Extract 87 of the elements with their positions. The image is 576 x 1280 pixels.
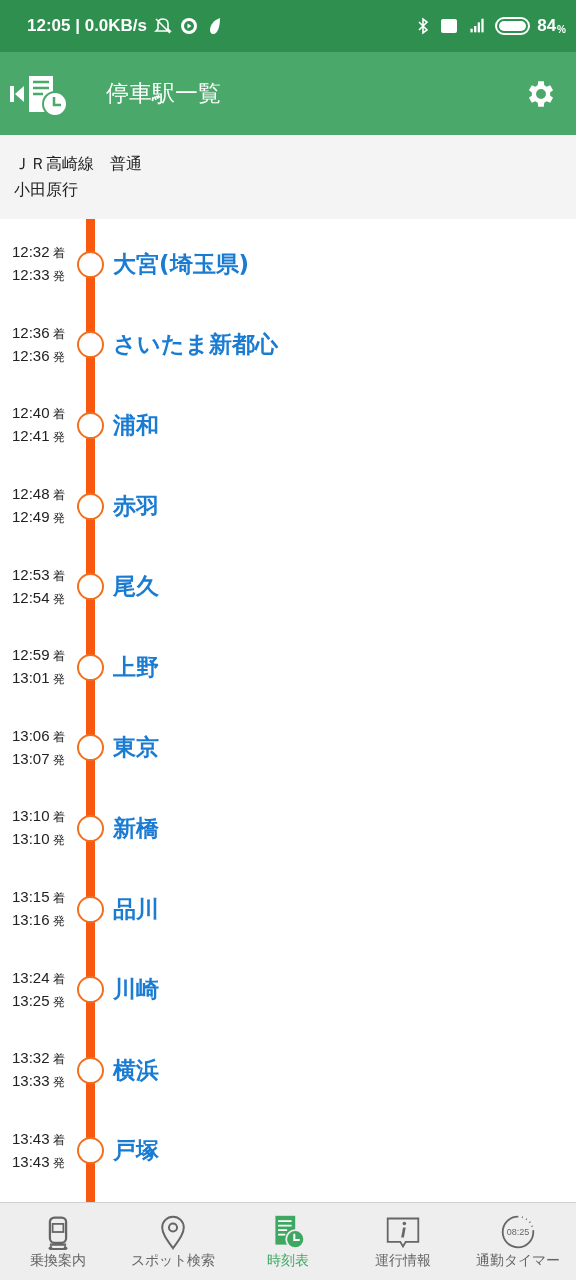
departure-time: 13:01 xyxy=(12,669,50,687)
arrival-label: 着 xyxy=(52,890,65,908)
departure-label: 発 xyxy=(52,993,65,1011)
station-name[interactable]: 大宮(埼玉県) xyxy=(113,248,250,280)
station-marker xyxy=(77,331,104,359)
station-name[interactable]: 戸塚 xyxy=(113,1135,159,1167)
arrival-time: 13:43 xyxy=(12,1129,50,1147)
arrival-time: 12:53 xyxy=(12,565,50,583)
arrival-label: 着 xyxy=(52,487,65,505)
station-marker xyxy=(77,814,104,842)
station-name[interactable]: 尾久 xyxy=(113,571,159,603)
station-marker xyxy=(77,734,104,762)
departure-label: 発 xyxy=(52,751,65,769)
arrival-time: 12:59 xyxy=(12,646,50,664)
station-name[interactable]: 川崎 xyxy=(113,974,159,1006)
departure-label: 発 xyxy=(52,590,65,608)
station-marker xyxy=(77,976,104,1004)
departure-label: 発 xyxy=(52,913,65,931)
departure-time: 13:43 xyxy=(12,1152,50,1170)
departure-time: 12:41 xyxy=(12,427,50,445)
battery-level: 84 xyxy=(537,16,557,36)
nav-tab[interactable]: 運行情報 xyxy=(345,1203,461,1280)
departure-time: 13:25 xyxy=(12,991,50,1009)
departure-label: 発 xyxy=(52,671,65,689)
arrival-time: 13:24 xyxy=(12,968,50,986)
arrival-label: 着 xyxy=(52,728,65,746)
station-name[interactable]: 浦和 xyxy=(113,410,159,441)
arrival-time: 12:48 xyxy=(12,485,50,503)
departure-label: 発 xyxy=(52,1074,65,1092)
departure-label: 発 xyxy=(52,510,65,528)
station-name[interactable]: 新橋 xyxy=(113,812,159,844)
station-name[interactable]: 品川 xyxy=(113,893,159,925)
station-name[interactable]: 横浜 xyxy=(113,1054,159,1086)
nav-tab[interactable]: 08:25 通勤タイマー xyxy=(460,1203,576,1280)
departure-label: 発 xyxy=(52,1154,65,1172)
play-circle-icon xyxy=(179,16,200,36)
arrival-time: 13:10 xyxy=(12,807,50,825)
nav-tab[interactable]: 乗換案内 xyxy=(0,1203,116,1280)
arrival-label: 着 xyxy=(52,325,65,343)
bell-off-icon xyxy=(153,16,174,36)
arrival-time: 13:15 xyxy=(12,888,50,906)
arrival-time: 12:40 xyxy=(12,404,50,422)
arrival-label: 着 xyxy=(52,1131,65,1149)
departure-time: 13:07 xyxy=(12,749,50,767)
station-name[interactable]: 上野 xyxy=(113,651,159,683)
arrival-label: 着 xyxy=(52,567,65,585)
arrival-time: 13:06 xyxy=(12,726,50,744)
station-marker xyxy=(77,895,104,923)
station-name[interactable]: 赤羽 xyxy=(113,490,159,522)
departure-time: 13:33 xyxy=(12,1072,50,1090)
station-marker xyxy=(77,653,104,681)
arrival-label: 着 xyxy=(52,648,65,666)
status-time: 12:05 | 0.0KB/s xyxy=(27,16,148,36)
departure-time: 12:49 xyxy=(12,508,50,526)
arrival-time: 12:32 xyxy=(12,243,50,261)
arrival-label: 着 xyxy=(52,406,65,424)
departure-time: 12:54 xyxy=(12,588,50,606)
nav-tab[interactable]: 時刻表 xyxy=(230,1203,346,1280)
station-name[interactable]: 東京 xyxy=(113,732,159,764)
arrival-label: 着 xyxy=(52,1051,65,1069)
station-marker xyxy=(77,1137,104,1165)
timer-icon: 08:25 xyxy=(500,1213,537,1250)
station-marker xyxy=(77,1056,104,1084)
arrival-time: 13:32 xyxy=(12,1049,50,1067)
arrival-label: 着 xyxy=(52,245,65,263)
battery-icon xyxy=(495,17,532,35)
station-marker xyxy=(77,412,104,439)
departure-time: 13:16 xyxy=(12,911,50,929)
screen-title: 停車駅一覧 xyxy=(106,79,221,108)
percent-sign: % xyxy=(557,23,566,35)
nav-tab[interactable]: スポット検索 xyxy=(115,1203,231,1280)
arrival-label: 着 xyxy=(52,809,65,827)
departure-time: 12:36 xyxy=(12,346,50,364)
arrival-time: 12:36 xyxy=(12,323,50,341)
train-line: ＪＲ高崎線 普通 xyxy=(14,153,143,175)
departure-label: 発 xyxy=(52,348,65,366)
departure-label: 発 xyxy=(52,268,65,286)
departure-label: 発 xyxy=(52,832,65,850)
train-destination: 小田原行 xyxy=(14,179,79,201)
departure-time: 12:33 xyxy=(12,266,50,284)
station-marker xyxy=(77,250,104,278)
station-marker xyxy=(77,573,104,601)
departure-time: 13:10 xyxy=(12,830,50,848)
station-marker xyxy=(77,492,104,520)
arrival-label: 着 xyxy=(52,970,65,988)
station-name[interactable]: さいたま新都心 xyxy=(113,329,278,361)
departure-label: 発 xyxy=(52,429,65,447)
